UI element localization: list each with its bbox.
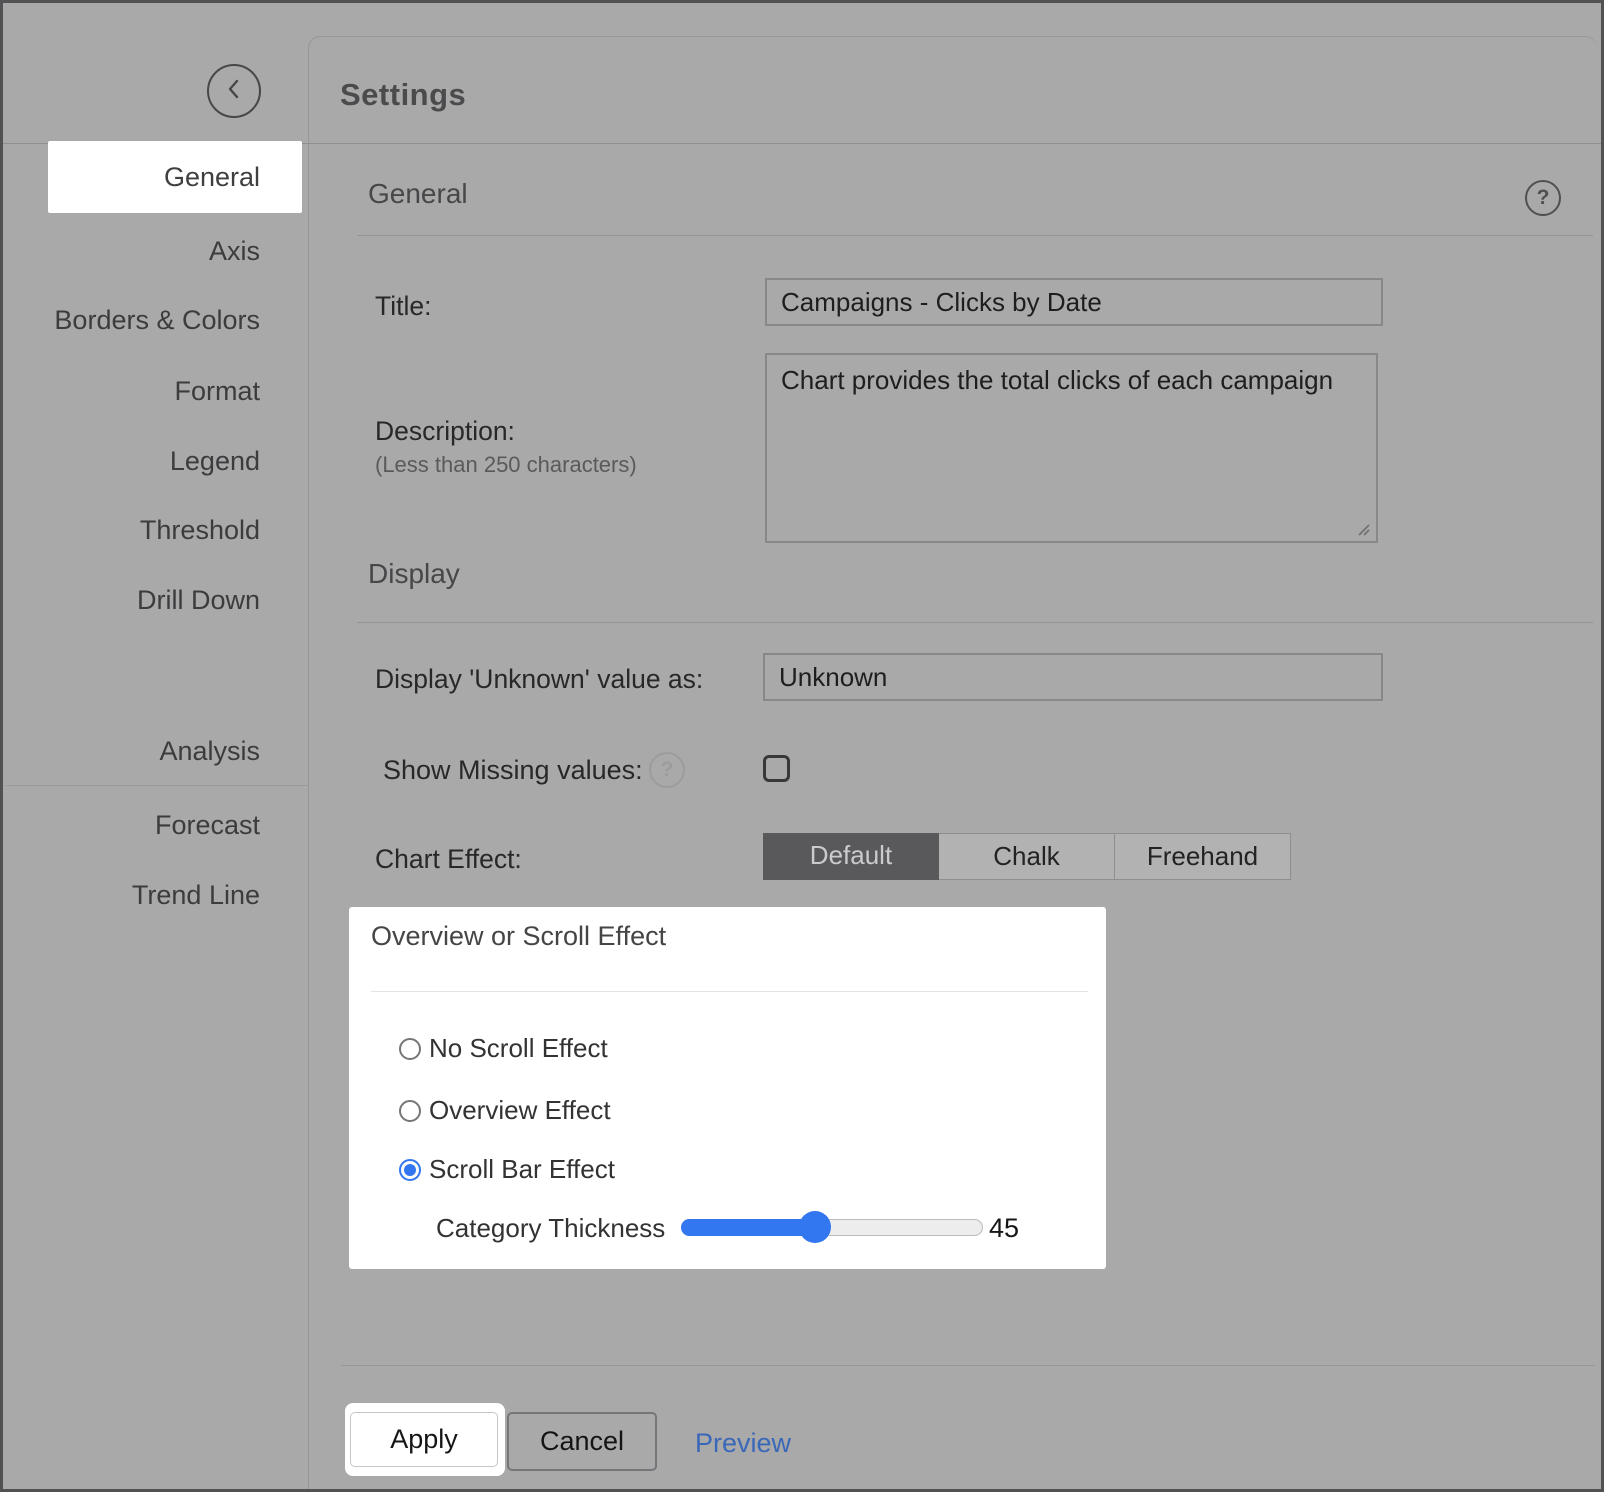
display-section-divider [357, 622, 1593, 623]
scroll-effect-card: Overview or Scroll Effect No Scroll Effe… [349, 907, 1106, 1269]
missing-values-help-icon[interactable]: ? [649, 752, 685, 788]
sidebar-item-format[interactable]: Format [174, 371, 260, 411]
slider-thumb[interactable] [799, 1211, 831, 1243]
show-missing-label: Show Missing values: [383, 754, 643, 786]
general-section-header: General [368, 177, 468, 211]
category-thickness-slider[interactable] [681, 1219, 983, 1236]
radio-label: Overview Effect [429, 1095, 611, 1126]
apply-button[interactable]: Apply [350, 1412, 498, 1467]
radio-selected-icon [399, 1159, 421, 1181]
category-thickness-value: 45 [989, 1213, 1019, 1244]
preview-link[interactable]: Preview [695, 1428, 791, 1459]
radio-label: No Scroll Effect [429, 1033, 608, 1064]
dialog-title: Settings [340, 74, 466, 116]
chart-effect-default[interactable]: Default [763, 833, 939, 880]
radio-no-scroll-effect[interactable]: No Scroll Effect [399, 1033, 608, 1064]
cancel-button[interactable]: Cancel [507, 1412, 657, 1471]
chart-effect-segmented-control: Default Chalk Freehand [763, 833, 1291, 880]
description-label: Description: [375, 415, 515, 447]
back-button[interactable] [207, 64, 261, 118]
slider-fill [681, 1219, 815, 1236]
chart-effect-label: Chart Effect: [375, 843, 522, 875]
category-thickness-label: Category Thickness [436, 1213, 665, 1244]
scroll-effect-divider [371, 991, 1088, 992]
radio-overview-effect[interactable]: Overview Effect [399, 1095, 611, 1126]
title-input[interactable] [765, 278, 1383, 326]
question-mark-glyph: ? [661, 758, 674, 782]
chart-effect-chalk[interactable]: Chalk [939, 833, 1115, 880]
radio-icon [399, 1100, 421, 1122]
sidebar-item-axis[interactable]: Axis [209, 231, 260, 271]
sidebar-divider [5, 785, 308, 786]
sidebar-item-trend-line[interactable]: Trend Line [132, 875, 260, 915]
radio-icon [399, 1038, 421, 1060]
description-hint: (Less than 250 characters) [375, 451, 637, 479]
footer-divider [341, 1365, 1595, 1366]
sidebar-item-forecast[interactable]: Forecast [155, 805, 260, 845]
chevron-left-icon [226, 78, 242, 105]
sidebar-item-legend[interactable]: Legend [170, 441, 260, 481]
title-label: Title: [375, 290, 431, 322]
chart-effect-freehand[interactable]: Freehand [1115, 833, 1291, 880]
textarea-resize-handle[interactable] [1355, 521, 1371, 542]
sidebar-item-analysis[interactable]: Analysis [159, 731, 260, 771]
unknown-value-label: Display 'Unknown' value as: [375, 663, 703, 695]
sidebar-item-borders-colors[interactable]: Borders & Colors [54, 300, 260, 340]
radio-scroll-bar-effect[interactable]: Scroll Bar Effect [399, 1154, 615, 1185]
general-section-divider [357, 235, 1593, 236]
help-icon[interactable]: ? [1525, 180, 1561, 216]
radio-label: Scroll Bar Effect [429, 1154, 615, 1185]
sidebar-item-drill-down[interactable]: Drill Down [137, 580, 260, 620]
sidebar-item-general[interactable]: General [48, 141, 302, 213]
description-textarea[interactable]: Chart provides the total clicks of each … [765, 353, 1378, 543]
sidebar-item-threshold[interactable]: Threshold [140, 510, 260, 550]
question-mark-glyph: ? [1537, 186, 1550, 210]
scroll-effect-header: Overview or Scroll Effect [371, 921, 666, 952]
show-missing-checkbox[interactable] [763, 755, 790, 782]
display-section-header: Display [368, 557, 460, 591]
settings-dialog: Settings General Axis Borders & Colors F… [0, 0, 1604, 1492]
unknown-value-input[interactable] [763, 653, 1383, 701]
apply-button-highlight: Apply [345, 1403, 505, 1476]
